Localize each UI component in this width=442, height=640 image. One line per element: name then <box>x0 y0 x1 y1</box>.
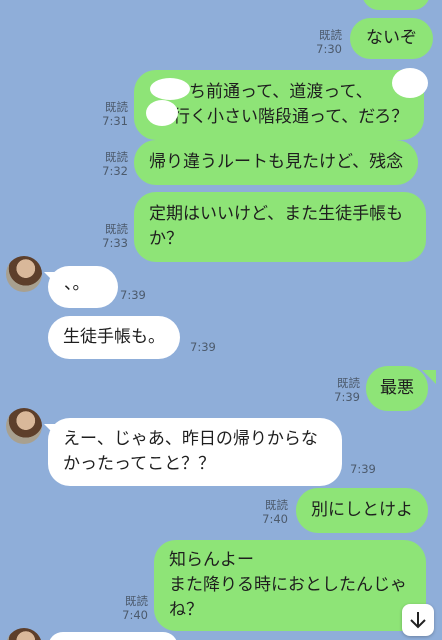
message-meta: 既読 7:33 <box>96 222 128 250</box>
message-text: えー、じゃあ、昨日の帰りからな <box>63 429 318 449</box>
message-meta: 既読 7:40 <box>258 498 288 526</box>
incoming-message-partial[interactable] <box>48 632 178 640</box>
timestamp: 7:39 <box>120 288 146 302</box>
message-text: 帰り違うルートも見たけど、残念 <box>149 152 404 172</box>
redaction-blob <box>150 78 190 100</box>
timestamp: 7:39 <box>350 462 376 476</box>
outgoing-message[interactable]: 知らんよー また降りる時におとしたんじゃ ね？ <box>154 540 426 631</box>
contact-avatar[interactable] <box>6 628 42 640</box>
message-text: 生徒手帳も。 <box>63 327 165 347</box>
timestamp: 7:40 <box>262 512 288 526</box>
read-receipt: 既読 <box>105 222 128 236</box>
message-meta: 既読 7:31 <box>96 100 128 128</box>
outgoing-message-partial[interactable] <box>362 0 430 10</box>
read-receipt: 既読 <box>125 594 148 608</box>
message-text: 行く小さい階段通って、だろ？ <box>173 107 409 127</box>
message-text: 別にしとけよ <box>311 500 413 520</box>
message-meta: 既読 7:39 <box>330 376 360 404</box>
scroll-down-button[interactable] <box>402 604 434 636</box>
timestamp: 7:32 <box>102 164 128 178</box>
timestamp: 7:39 <box>334 390 360 404</box>
message-meta: 既読 7:30 <box>300 28 342 56</box>
read-receipt: 既読 <box>265 498 288 512</box>
incoming-message[interactable]: 生徒手帳も。 <box>48 316 180 359</box>
read-receipt: 既読 <box>105 150 128 164</box>
contact-avatar[interactable] <box>6 408 42 444</box>
message-text: 最悪 <box>380 378 414 398</box>
message-text: ね？ <box>169 600 203 620</box>
outgoing-message[interactable]: 最悪 <box>366 366 428 411</box>
read-receipt: 既読 <box>319 28 342 42</box>
read-receipt: 既読 <box>337 376 360 390</box>
timestamp: 7:39 <box>190 340 216 354</box>
outgoing-message[interactable]: 別にしとけよ <box>296 488 428 533</box>
redaction-blob <box>146 100 178 126</box>
timestamp: 7:31 <box>102 114 128 128</box>
outgoing-message[interactable]: 帰り違うルートも見たけど、残念 <box>134 140 419 185</box>
message-text: また降りる時におとしたんじゃ <box>169 575 407 595</box>
contact-avatar[interactable] <box>6 256 42 292</box>
message-text: かったってこと？？ <box>63 454 216 474</box>
redaction-blob <box>392 68 428 98</box>
message-text: 定期はいいけど、また生徒手帳も <box>149 204 404 224</box>
timestamp: 7:40 <box>122 608 148 622</box>
outgoing-message[interactable]: 定期はいいけど、また生徒手帳も か？ <box>134 192 426 262</box>
outgoing-message[interactable]: ないぞ <box>350 18 433 59</box>
arrow-down-icon <box>410 612 426 629</box>
incoming-message[interactable]: えー、じゃあ、昨日の帰りからな かったってこと？？ <box>48 418 342 486</box>
message-text: か？ <box>149 229 183 249</box>
message-text: 、。 <box>64 274 90 294</box>
read-receipt: 既読 <box>105 100 128 114</box>
chat-screen: { "read_label": "既読", "messages": [ {"te… <box>0 0 442 640</box>
timestamp: 7:33 <box>102 236 128 250</box>
message-meta: 既読 7:40 <box>118 594 148 622</box>
message-text: 知らんよー <box>169 550 254 570</box>
message-meta: 既読 7:32 <box>96 150 128 178</box>
incoming-message[interactable]: 、。 <box>48 266 118 308</box>
timestamp: 7:30 <box>316 42 342 56</box>
message-text: ないぞ <box>366 28 417 48</box>
